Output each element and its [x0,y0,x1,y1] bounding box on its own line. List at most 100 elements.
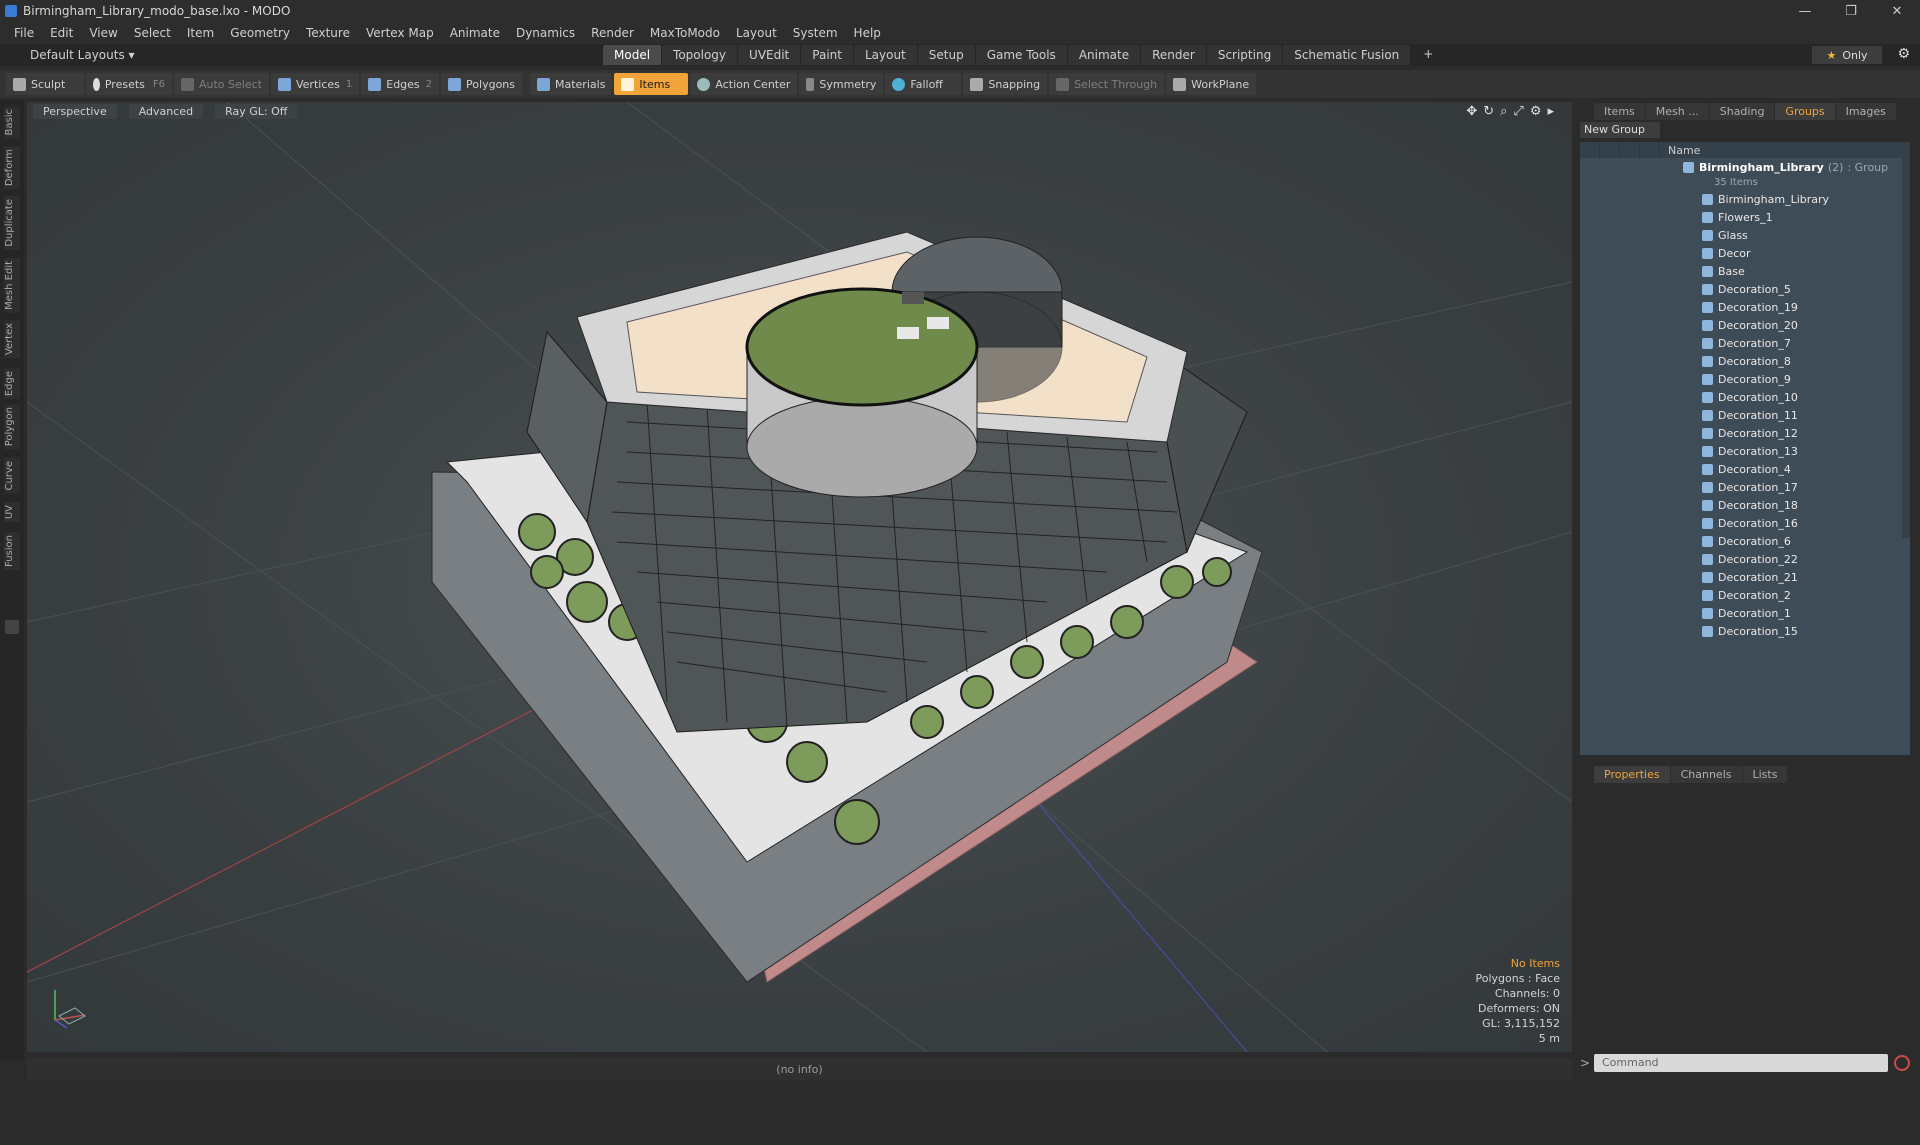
menu-texture[interactable]: Texture [298,26,358,40]
zoom-icon[interactable]: ⌕ [1500,104,1507,119]
group-item-row[interactable]: Decoration_19 [1580,298,1910,316]
tab-mesh[interactable]: Mesh ... [1645,102,1709,120]
3d-viewport[interactable]: Perspective Advanced Ray GL: Off ✥ ↻ ⌕ ⤢… [27,102,1572,1052]
tab-uvedit[interactable]: UVEdit [738,45,801,65]
group-item-row[interactable]: Base [1580,262,1910,280]
tab-render[interactable]: Render [1141,45,1206,65]
sidebar-tab-polygon[interactable]: Polygon [4,404,20,450]
group-item-row[interactable]: Decoration_22 [1580,550,1910,568]
only-button[interactable]: ★ Only [1812,46,1882,64]
menu-maxtomodo[interactable]: MaxToModo [642,26,728,40]
gear-icon[interactable]: ⚙ [1897,46,1910,62]
groups-scrollbar[interactable] [1902,158,1910,538]
group-item-row[interactable]: Decoration_8 [1580,352,1910,370]
menu-edit[interactable]: Edit [42,26,81,40]
sidebar-tab-uv[interactable]: UV [4,502,20,523]
snapping-button[interactable]: Snapping [963,73,1048,95]
auto-select-button[interactable]: Auto Select [174,73,269,95]
sidebar-tab-vertex[interactable]: Vertex [4,320,20,359]
tab-properties[interactable]: Properties [1594,765,1670,783]
menu-geometry[interactable]: Geometry [222,26,298,40]
minimize-button[interactable]: — [1782,0,1828,22]
menu-view[interactable]: View [81,26,125,40]
lock-icon[interactable] [1622,158,1642,176]
falloff-button[interactable]: Falloff [885,73,962,95]
vertices-button[interactable]: Vertices 1 [270,73,360,95]
tab-model[interactable]: Model [603,45,662,65]
materials-button[interactable]: Materials [530,73,613,95]
tab-game-tools[interactable]: Game Tools [975,45,1067,65]
group-item-row[interactable]: Decoration_4 [1580,460,1910,478]
group-item-row[interactable]: Decor [1580,244,1910,262]
tab-groups[interactable]: Groups [1775,102,1835,120]
menu-item[interactable]: Item [179,26,222,40]
tab-schematic-fusion[interactable]: Schematic Fusion [1283,45,1411,65]
group-item-row[interactable]: Decoration_16 [1580,514,1910,532]
render-icon[interactable] [1602,158,1622,176]
tab-items[interactable]: Items [1594,102,1645,120]
group-item-row[interactable]: Decoration_13 [1580,442,1910,460]
tab-scripting[interactable]: Scripting [1206,45,1283,65]
tab-lists[interactable]: Lists [1742,765,1788,783]
menu-animate[interactable]: Animate [442,26,508,40]
edges-button[interactable]: Edges 2 [361,73,440,95]
sidebar-tab-curve[interactable]: Curve [4,458,20,494]
tab-shading[interactable]: Shading [1709,102,1775,120]
group-item-row[interactable]: Decoration_11 [1580,406,1910,424]
render-column-icon[interactable] [1600,142,1620,158]
tab-images[interactable]: Images [1835,102,1896,120]
tab-channels[interactable]: Channels [1670,765,1742,783]
sculpt-button[interactable]: Sculpt [6,73,84,95]
sidebar-toggle-icon[interactable] [5,620,19,634]
tab-setup[interactable]: Setup [917,45,975,65]
group-item-row[interactable]: Decoration_15 [1580,622,1910,640]
rotate-icon[interactable]: ↻ [1483,104,1494,119]
shading-advanced-button[interactable]: Advanced [128,103,204,119]
group-item-row[interactable]: Decoration_12 [1580,424,1910,442]
sidebar-tab-basic[interactable]: Basic [4,106,20,139]
maximize-icon[interactable]: ⤢ [1513,104,1523,119]
action-center-button[interactable]: Action Center [690,73,798,95]
select-column-icon[interactable] [1640,142,1660,158]
raygl-button[interactable]: Ray GL: Off [215,103,298,119]
restore-button[interactable]: ❐ [1828,0,1874,22]
group-item-row[interactable]: Flowers_1 [1580,208,1910,226]
menu-file[interactable]: File [6,26,42,40]
close-button[interactable]: ✕ [1874,0,1920,22]
group-item-row[interactable]: Decoration_9 [1580,370,1910,388]
lock-column-icon[interactable] [1620,142,1640,158]
tab-paint[interactable]: Paint [801,45,853,65]
visibility-column-icon[interactable] [1580,142,1600,158]
sidebar-tab-duplicate[interactable]: Duplicate [4,196,20,250]
menu-system[interactable]: System [785,26,846,40]
sidebar-tab-edge[interactable]: Edge [4,368,20,400]
group-item-row[interactable]: Glass [1580,226,1910,244]
group-item-row[interactable]: Decoration_17 [1580,478,1910,496]
group-item-row[interactable]: Birmingham_Library [1580,190,1910,208]
group-item-row[interactable]: Decoration_21 [1580,568,1910,586]
group-item-row[interactable]: Decoration_2 [1580,586,1910,604]
menu-select[interactable]: Select [126,26,179,40]
viewport-menu-arrow-icon[interactable]: ▸ [1547,104,1554,119]
command-run-icon[interactable] [1894,1055,1910,1071]
pan-icon[interactable]: ✥ [1466,104,1477,119]
menu-dynamics[interactable]: Dynamics [508,26,583,40]
group-item-row[interactable]: Decoration_1 [1580,604,1910,622]
polygons-button[interactable]: Polygons [441,73,522,95]
eye-icon[interactable] [1582,158,1602,176]
menu-vertex-map[interactable]: Vertex Map [358,26,442,40]
menu-layout[interactable]: Layout [728,26,785,40]
viewport-gear-icon[interactable]: ⚙ [1530,104,1542,119]
presets-button[interactable]: Presets F6 [86,73,172,95]
sidebar-tab-deform[interactable]: Deform [4,146,20,190]
sidebar-tab-fusion[interactable]: Fusion [4,532,20,570]
group-item-row[interactable]: Decoration_5 [1580,280,1910,298]
select-icon[interactable] [1642,158,1662,176]
group-row[interactable]: Birmingham_Library (2) : Group [1580,158,1910,176]
items-button[interactable]: Items [614,73,689,95]
group-item-row[interactable]: Decoration_10 [1580,388,1910,406]
menu-render[interactable]: Render [583,26,642,40]
symmetry-button[interactable]: Symmetry [799,73,884,95]
command-input[interactable]: Command [1594,1054,1888,1072]
group-item-row[interactable]: Decoration_7 [1580,334,1910,352]
